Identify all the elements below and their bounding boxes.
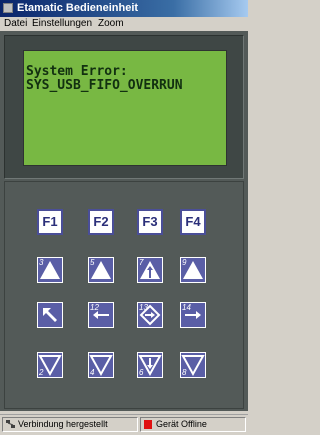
- key-number: 12: [90, 303, 99, 312]
- display-line-1: System Error:: [26, 64, 128, 79]
- app-icon: [3, 3, 13, 13]
- key-number: 5: [90, 258, 95, 267]
- key-down-8[interactable]: 8: [180, 352, 206, 378]
- key-down-2[interactable]: 2: [37, 352, 63, 378]
- key-down-6[interactable]: 6: [137, 352, 163, 378]
- key-left-12[interactable]: 12: [88, 302, 114, 328]
- key-number: 6: [139, 368, 144, 377]
- display-line-2: SYS_USB_FIFO_OVERRUN: [26, 78, 183, 93]
- device-status-indicator-icon: [144, 420, 152, 429]
- key-up-5[interactable]: 5: [88, 257, 114, 283]
- key-number: 7: [139, 258, 144, 267]
- display-frame: System Error: SYS_USB_FIFO_OVERRUN: [4, 35, 244, 179]
- f2-key[interactable]: F2: [88, 209, 114, 235]
- lcd-display: System Error: SYS_USB_FIFO_OVERRUN: [23, 50, 227, 166]
- key-number: 2: [39, 368, 44, 377]
- menu-datei[interactable]: Datei: [4, 17, 27, 31]
- f1-key[interactable]: F1: [37, 209, 63, 235]
- network-icon: [6, 420, 15, 428]
- key-number: 13: [139, 303, 148, 312]
- window-title: Etamatic Bedieneinheit: [17, 2, 139, 14]
- f3-key[interactable]: F3: [137, 209, 163, 235]
- key-number: 4: [90, 368, 95, 377]
- keypad: F1 F2 F3 F4 3 5 7 9 12 13 14 2 4 6 8: [4, 181, 244, 409]
- device-status-pane: Gerät Offline: [140, 417, 246, 432]
- key-number: 8: [182, 368, 187, 377]
- title-bar: Etamatic Bedieneinheit: [0, 0, 248, 17]
- key-number: 9: [182, 258, 187, 267]
- menu-zoom[interactable]: Zoom: [98, 17, 124, 31]
- operator-panel: System Error: SYS_USB_FIFO_OVERRUN F1 F2…: [0, 31, 248, 411]
- connection-status-pane: Verbindung hergestellt: [2, 417, 138, 432]
- key-right-14[interactable]: 14: [180, 302, 206, 328]
- key-up-3[interactable]: 3: [37, 257, 63, 283]
- diagonal-arrow-icon: [43, 308, 57, 322]
- connection-status-text: Verbindung hergestellt: [18, 419, 108, 429]
- status-bar: Verbindung hergestellt Gerät Offline: [0, 414, 248, 435]
- key-down-4[interactable]: 4: [88, 352, 114, 378]
- key-up-9[interactable]: 9: [180, 257, 206, 283]
- key-home[interactable]: [37, 302, 63, 328]
- key-up-7[interactable]: 7: [137, 257, 163, 283]
- device-status-text: Gerät Offline: [156, 419, 207, 429]
- menu-bar: Datei Einstellungen Zoom: [0, 17, 248, 31]
- key-number: 14: [182, 303, 191, 312]
- f4-key[interactable]: F4: [180, 209, 206, 235]
- key-number: 3: [39, 258, 44, 267]
- key-enter-13[interactable]: 13: [137, 302, 163, 328]
- menu-einstellungen[interactable]: Einstellungen: [32, 17, 92, 31]
